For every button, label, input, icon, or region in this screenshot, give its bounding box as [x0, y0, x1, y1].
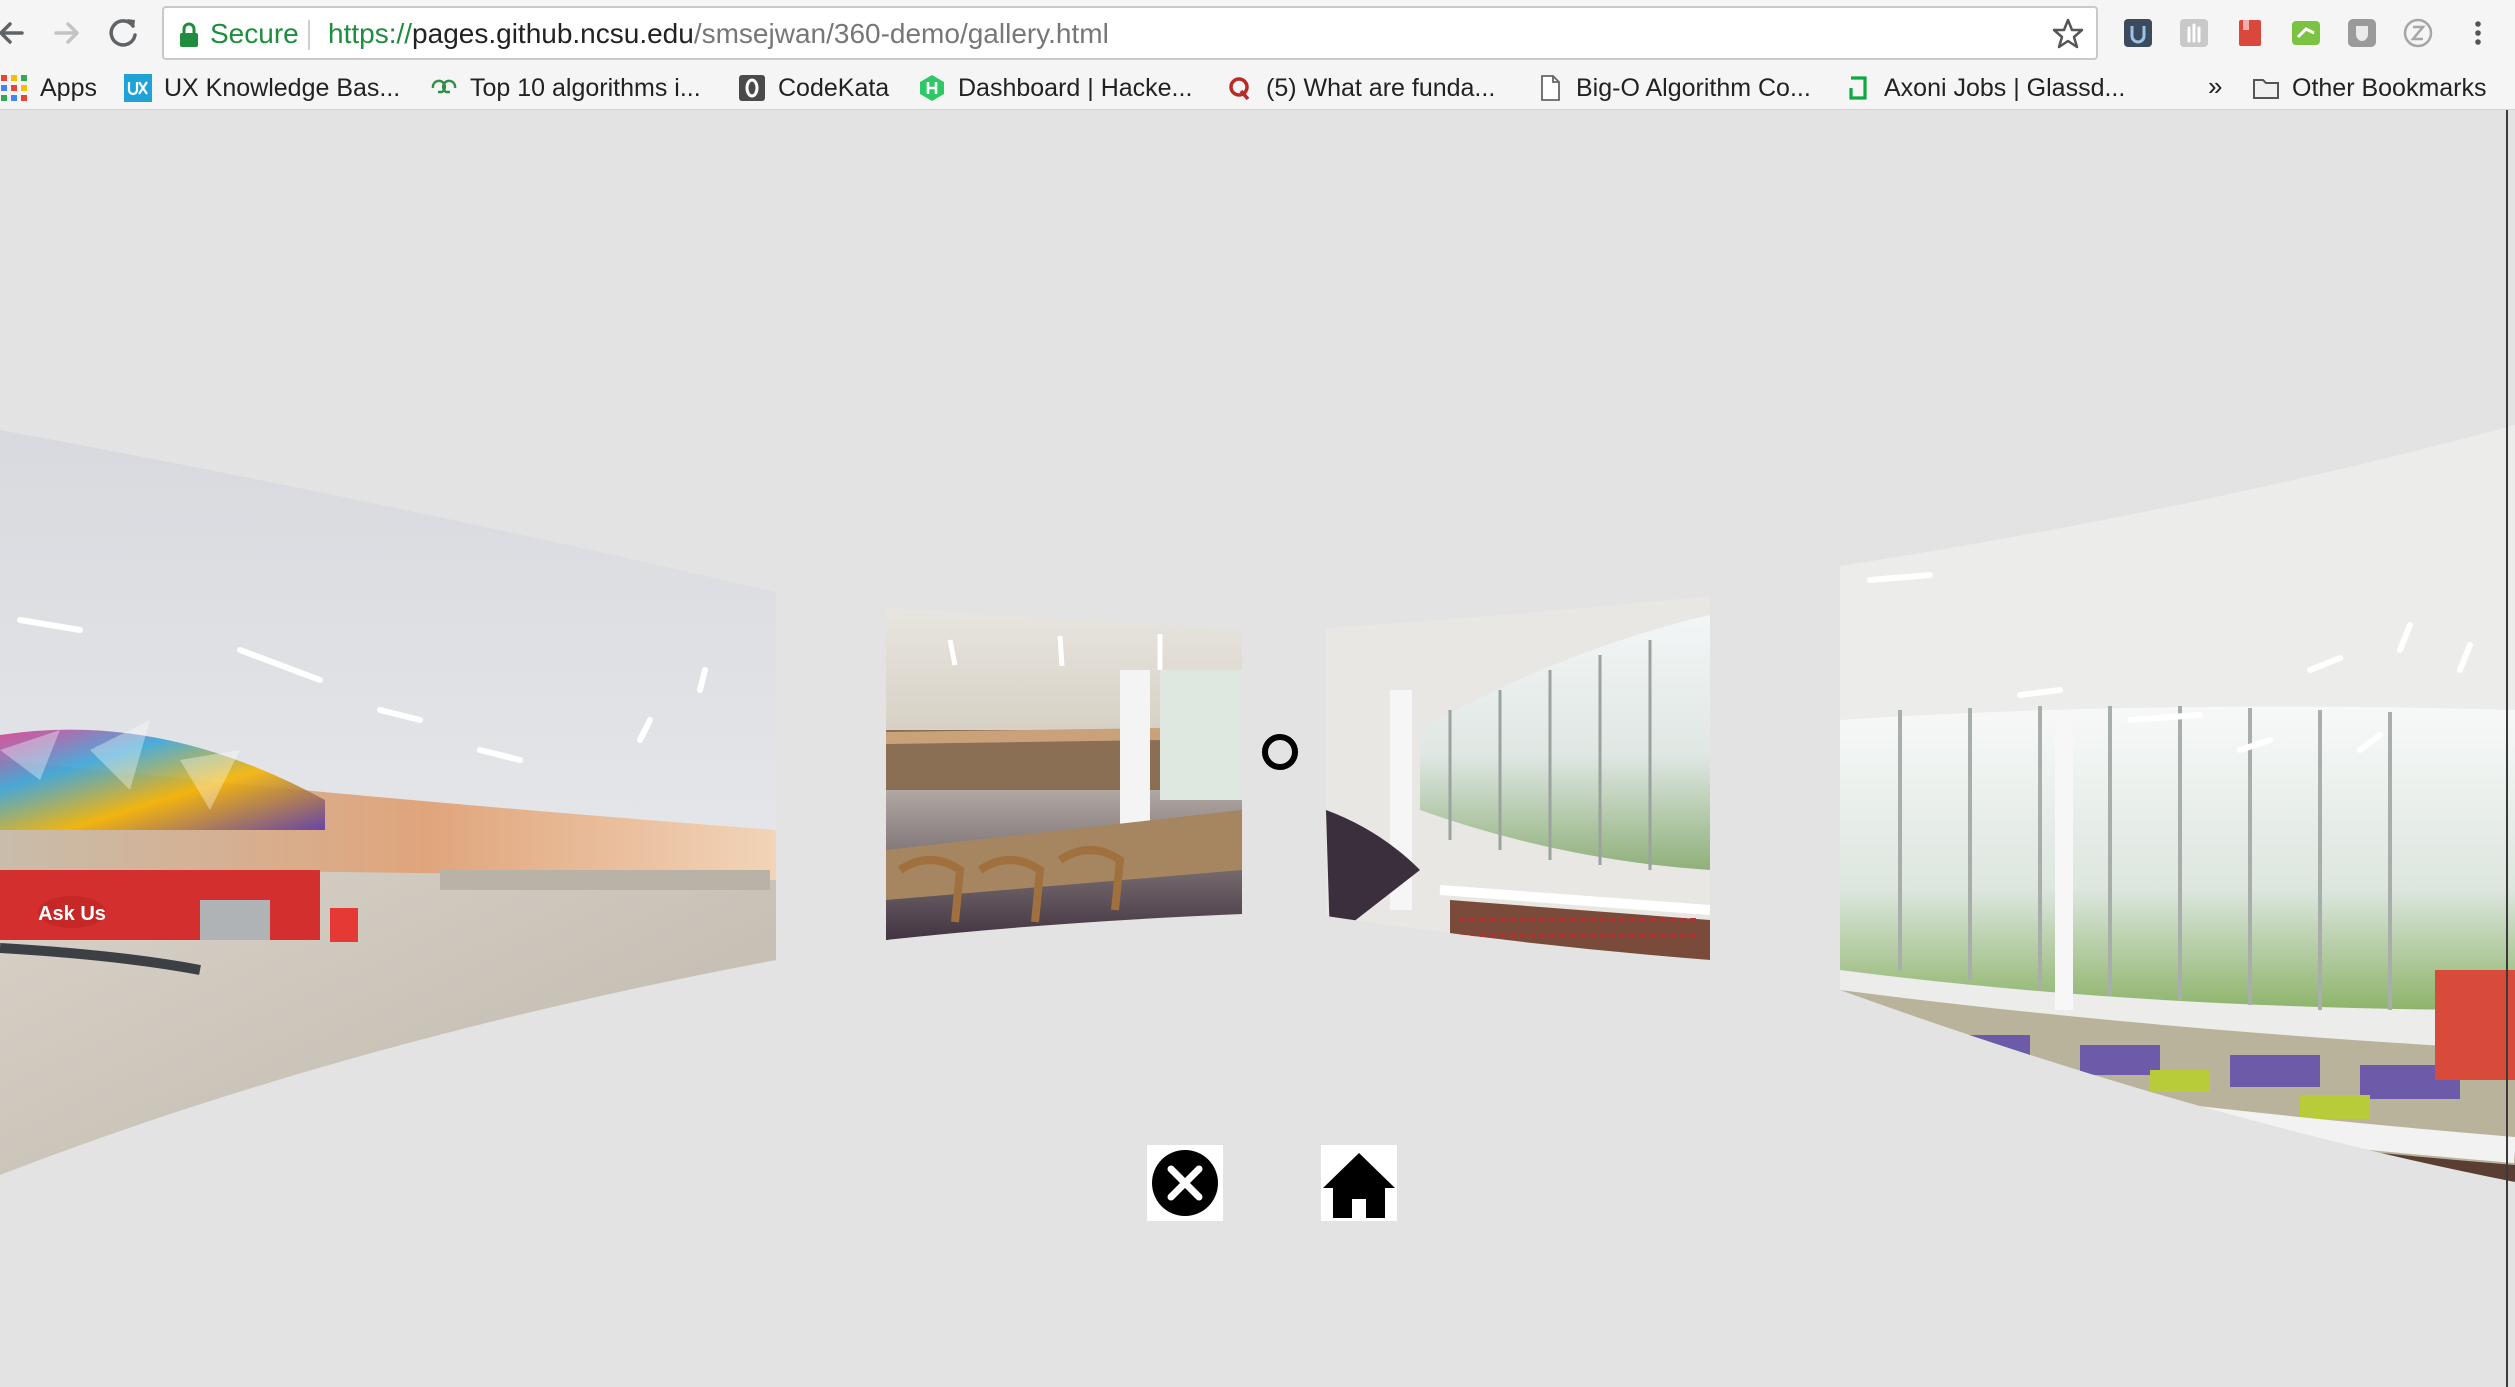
browser-toolbar: Secure https://pages.github.ncsu.edu/sms…: [0, 0, 2515, 68]
bookmarks-overflow-chevron[interactable]: »: [2208, 70, 2222, 102]
back-arrow-icon[interactable]: [0, 10, 34, 56]
bookmark-apps[interactable]: Apps: [0, 72, 97, 104]
secure-label: Secure: [210, 18, 299, 49]
bookmark-quora[interactable]: (5) What are funda...: [1226, 72, 1495, 104]
bookmark-hackerrank-dashboard[interactable]: Dashboard | Hacke...: [918, 72, 1192, 104]
page-icon: [1541, 75, 1560, 101]
gaze-cursor-ring: [1262, 734, 1298, 770]
extension-shield-icon[interactable]: [2346, 17, 2378, 49]
extension-green-icon[interactable]: [2290, 17, 2322, 49]
bookmark-label: Dashboard | Hacke...: [958, 73, 1193, 102]
reload-icon[interactable]: [100, 10, 146, 56]
bookmark-label: Axoni Jobs | Glassd...: [1884, 73, 2126, 102]
bookmark-bigo[interactable]: Big-O Algorithm Co...: [1536, 72, 1811, 104]
apps-grid-icon: [1, 75, 27, 101]
atrium-panorama[interactable]: [0, 410, 780, 1190]
extension-red-bookmark-icon[interactable]: [2234, 17, 2266, 49]
gallery-canvas: Ask Us: [0, 410, 2515, 1221]
bookmarks-bar: Apps UX Knowledge Bas... Top 10 algorith…: [0, 68, 2515, 110]
kebab-menu-icon[interactable]: [2462, 17, 2494, 49]
glassdoor-favicon: [1849, 76, 1867, 100]
reading-room-panorama[interactable]: [880, 600, 1250, 950]
bookmark-star-icon[interactable]: [2050, 16, 2086, 52]
lounge-panorama[interactable]: [1836, 410, 2515, 1200]
address-bar[interactable]: Secure https://pages.github.ncsu.edu/sms…: [162, 6, 2098, 60]
ux-favicon: [124, 74, 152, 102]
url-scheme: https://: [328, 18, 413, 49]
bookmark-label: Big-O Algorithm Co...: [1576, 73, 1811, 102]
bookmark-label: CodeKata: [778, 73, 890, 102]
stacks-window-panorama[interactable]: [1320, 590, 1720, 970]
vr-gallery-scene[interactable]: Ask Us: [0, 110, 2515, 1387]
quora-favicon: [1229, 77, 1250, 101]
url-host: pages.github.ncsu.edu: [412, 18, 694, 49]
lock-icon: [180, 22, 198, 47]
url-divider: [308, 20, 310, 50]
bookmark-label: Other Bookmarks: [2292, 73, 2487, 102]
ask-us-sign: Ask Us: [38, 903, 106, 925]
bookmark-label: Apps: [40, 73, 97, 102]
extension-hand-icon[interactable]: [2178, 17, 2210, 49]
bookmark-top10-algorithms[interactable]: Top 10 algorithms i...: [430, 72, 701, 104]
close-button[interactable]: [1147, 1145, 1223, 1221]
forward-arrow-icon[interactable]: [44, 10, 90, 56]
home-button[interactable]: [1321, 1145, 1397, 1221]
bookmark-axoni-glassdoor[interactable]: Axoni Jobs | Glassd...: [1844, 72, 2125, 104]
bookmark-label: (5) What are funda...: [1266, 73, 1496, 102]
extension-z-icon[interactable]: [2402, 17, 2434, 49]
geeksforgeeks-favicon: [431, 79, 457, 94]
bookmark-codekata[interactable]: CodeKata: [738, 72, 889, 104]
folder-icon: [2253, 79, 2279, 99]
extension-u-icon[interactable]: [2122, 17, 2154, 49]
bookmark-label: Top 10 algorithms i...: [470, 73, 701, 102]
bookmark-label: UX Knowledge Bas...: [164, 73, 401, 102]
bookmark-ux-knowledge[interactable]: UX Knowledge Bas...: [124, 72, 400, 104]
url-path: /smsejwan/360-demo/gallery.html: [693, 18, 1109, 49]
url-text[interactable]: https://pages.github.ncsu.edu/smsejwan/3…: [328, 18, 1109, 50]
bookmark-other-bookmarks[interactable]: Other Bookmarks: [2252, 72, 2487, 104]
window-edge: [2506, 110, 2508, 1387]
codekata-favicon: [739, 75, 765, 101]
hackerrank-favicon: [920, 75, 944, 101]
